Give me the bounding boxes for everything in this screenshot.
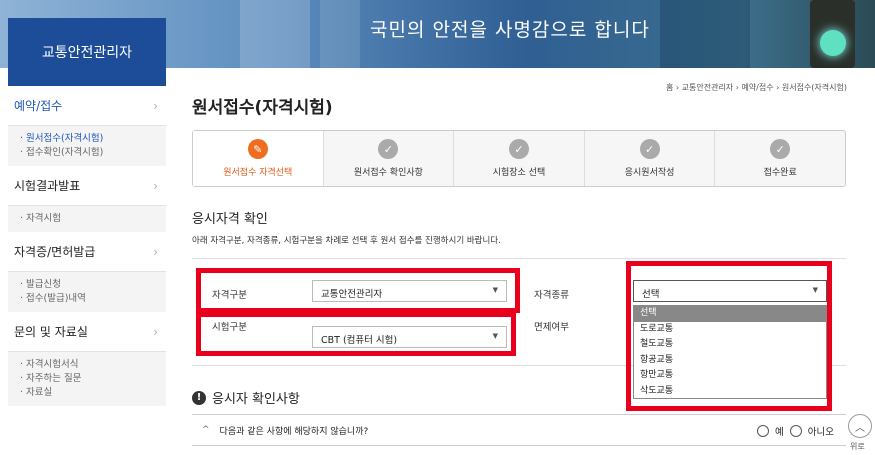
step-qual-select: ✎ 원서접수 자격선택 (193, 131, 324, 186)
sidebar-submenu: · 발급신청 · 접수(발급)내역 (8, 272, 166, 312)
scroll-top-button[interactable]: ︿ (848, 414, 872, 438)
chevron-right-icon: › (153, 98, 158, 113)
sidebar-item-inquiry[interactable]: 문의 및 자료실 › (8, 312, 166, 352)
sidebar-item-reservation[interactable]: 예약/접수 › (8, 86, 166, 126)
banner-building-1 (240, 0, 310, 68)
page-title: 원서접수(자격시험) (192, 98, 333, 118)
sidebar-submenu: · 원서접수(자격시험) · 접수확인(자격시험) (8, 126, 166, 166)
sidebar-subitem-forms[interactable]: · 자격시험서식 (20, 358, 154, 372)
confirm-question-row[interactable]: ^ 다음과 같은 사항에 해당하지 않습니까? 예 아니오 (192, 414, 846, 446)
step-label: 접수완료 (763, 168, 797, 178)
section-description: 아래 자격구분, 자격종류, 시험구분을 차례로 선택 후 원서 접수를 진행하… (192, 236, 501, 246)
step-label: 원서접수 자격선택 (223, 168, 293, 178)
sidebar-item-label: 문의 및 자료실 (14, 325, 88, 339)
radio-yes-label: 예 (775, 427, 784, 438)
sidebar-subitem-issue-history[interactable]: · 접수(발급)내역 (20, 292, 154, 306)
step-location: ✓ 시험장소 선택 (454, 131, 585, 186)
sidebar-item-label: 예약/접수 (14, 99, 63, 113)
exemption-label: 면제여부 (534, 322, 569, 333)
chevron-up-icon: ︿ (855, 422, 865, 434)
sidebar-item-label: 자격증/면허발급 (14, 245, 96, 259)
sidebar-submenu: · 자격시험 (8, 206, 166, 232)
scroll-top-label: 위로 (850, 442, 865, 451)
green-light (820, 30, 846, 56)
check-icon: ✓ (770, 139, 791, 159)
check-icon: ✓ (378, 139, 399, 159)
highlight-box-qual-type (626, 261, 832, 411)
pencil-icon: ✎ (247, 139, 268, 159)
sidebar-subitem-qual-exam[interactable]: · 자격시험 (20, 212, 154, 226)
banner-building-3 (660, 0, 750, 68)
banner-slogan: 국민의 안전을 사명감으로 합니다 (370, 19, 650, 41)
chevron-right-icon: › (153, 324, 158, 339)
sidebar-item-license[interactable]: 자격증/면허발급 › (8, 232, 166, 272)
sidebar-subitem-faq[interactable]: · 자주하는 질문 (20, 372, 154, 386)
radio-no[interactable] (789, 425, 802, 437)
confirm-question-text: 다음과 같은 사항에 해당하지 않습니까? (219, 426, 369, 437)
step-confirm-items: ✓ 원서접수 확인사항 (324, 131, 455, 186)
check-icon: ✓ (508, 139, 529, 159)
caret-up-icon: ^ (202, 425, 210, 435)
sidebar-subitem-application[interactable]: · 원서접수(자격시험) (20, 132, 154, 146)
sidebar-submenu: · 자격시험서식 · 자주하는 질문 · 자료실 (8, 352, 166, 406)
confirm-title-text: 응시자 확인사항 (212, 392, 300, 407)
section-title: 응시자격 확인 (192, 212, 268, 227)
sidebar: 예약/접수 › · 원서접수(자격시험) · 접수확인(자격시험) 시험결과발표… (8, 86, 166, 406)
sidebar-item-results[interactable]: 시험결과발표 › (8, 166, 166, 206)
exclamation-icon: ! (192, 390, 206, 405)
step-label: 응시원서작성 (624, 168, 675, 178)
step-progress: ✎ 원서접수 자격선택 ✓ 원서접수 확인사항 ✓ 시험장소 선택 ✓ 응시원서… (192, 130, 846, 187)
chevron-right-icon: › (153, 178, 158, 193)
sidebar-subitem-library[interactable]: · 자료실 (20, 386, 154, 400)
radio-yes[interactable] (757, 425, 770, 437)
yes-no-radios: 예 아니오 (757, 424, 834, 438)
check-icon: ✓ (639, 139, 660, 159)
qual-type-label: 자격종류 (534, 290, 569, 301)
chevron-right-icon: › (153, 244, 158, 259)
step-label: 시험장소 선택 (492, 168, 546, 178)
step-label: 원서접수 확인사항 (353, 168, 423, 178)
sidebar-item-label: 시험결과발표 (14, 179, 81, 193)
sidebar-subitem-confirm[interactable]: · 접수확인(자격시험) (20, 146, 154, 160)
breadcrumb: 홈 › 교통안전관리자 › 예약/접수 › 원서접수(자격시험) (666, 83, 847, 92)
site-logo[interactable]: 교통안전관리자 (8, 18, 166, 86)
step-complete: ✓ 접수완료 (715, 131, 845, 186)
sidebar-subitem-issue[interactable]: · 발급신청 (20, 278, 154, 292)
banner-building-2 (320, 0, 360, 68)
highlight-box-exam-type (196, 312, 516, 356)
confirm-section-title: ! 응시자 확인사항 (192, 388, 300, 407)
highlight-box-qual-category (196, 268, 520, 313)
traffic-light-icon (810, 0, 855, 68)
step-application-form: ✓ 응시원서작성 (585, 131, 716, 186)
radio-no-label: 아니오 (807, 427, 834, 438)
